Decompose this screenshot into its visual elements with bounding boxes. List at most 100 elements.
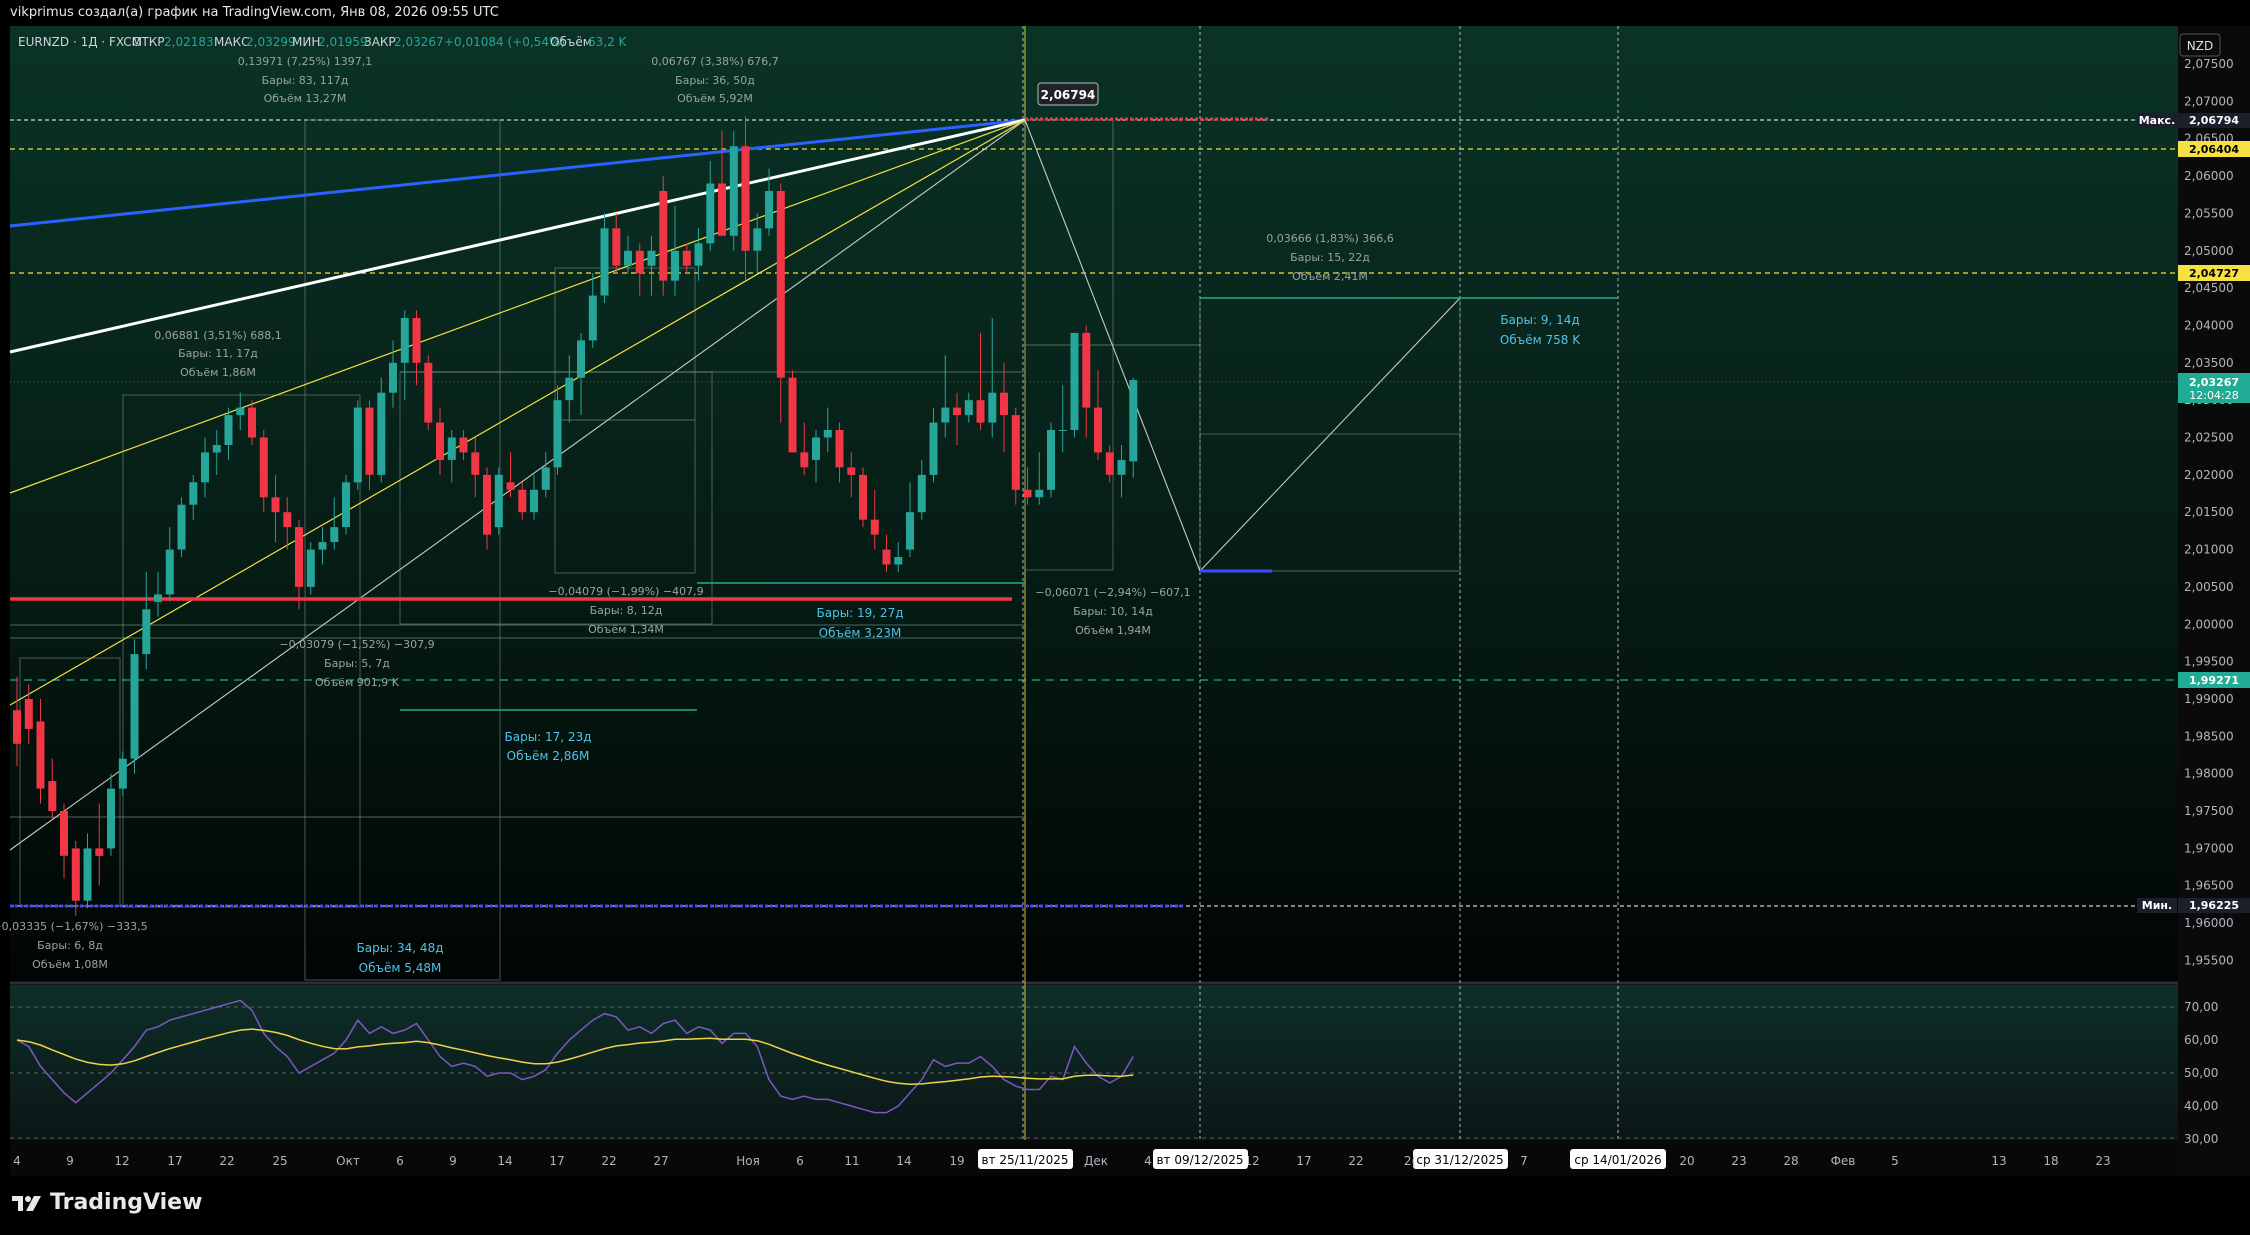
m10-line1: Бары: 17, 23д — [505, 730, 592, 744]
candle-body — [753, 228, 762, 251]
candle-body — [1023, 489, 1032, 498]
symbol-name[interactable]: EURNZD · 1Д · FXCM — [18, 35, 142, 49]
chart-caption: vikprimus создал(а) график на TradingVie… — [0, 0, 2250, 26]
candle[interactable] — [353, 400, 362, 490]
candle-body — [342, 482, 350, 528]
candle[interactable] — [306, 542, 315, 595]
time-tick: 19 — [949, 1154, 964, 1168]
candle[interactable] — [342, 474, 350, 535]
candle-body — [859, 474, 867, 520]
candle-body — [1129, 380, 1138, 462]
candle-body — [882, 549, 891, 565]
candle-body — [271, 497, 280, 513]
candle-body — [729, 146, 738, 236]
time-tick: 17 — [167, 1154, 182, 1168]
m3-line2: Бары: 11, 17д — [178, 347, 258, 360]
candle-body — [953, 407, 961, 416]
price-tick: 2,02000 — [2184, 468, 2234, 482]
candle[interactable] — [177, 497, 186, 557]
m4-line2: Бары: 15, 22д — [1290, 251, 1370, 264]
candle-body — [189, 482, 198, 505]
m1-line3: Объём 13,27М — [264, 92, 347, 105]
price-tick: 2,04000 — [2184, 319, 2234, 333]
candle-body — [518, 489, 527, 513]
candle-body — [248, 407, 256, 438]
candle[interactable] — [1070, 332, 1079, 438]
candle-body — [964, 400, 973, 416]
main-pane[interactable] — [10, 26, 2178, 981]
price-tick: 1,98000 — [2184, 767, 2234, 781]
candle-body — [36, 721, 45, 789]
symbol-legend[interactable]: EURNZD · 1Д · FXCM ОТКР 2,02183 МАКС 2,0… — [18, 35, 628, 49]
candle-body — [60, 811, 68, 856]
candle[interactable] — [788, 370, 797, 453]
time-highlight-1: вт 25/11/2025 — [981, 1153, 1068, 1167]
chart-area[interactable]: EURNZD · 1Д · FXCM ОТКР 2,02183 МАКС 2,0… — [0, 26, 2250, 1176]
candle[interactable] — [729, 131, 738, 251]
candle[interactable] — [377, 377, 386, 483]
candle-body — [306, 549, 315, 587]
candle-body — [212, 445, 221, 453]
candle[interactable] — [859, 467, 867, 528]
m10-line2: Объём 2,86М — [507, 749, 590, 763]
time-tick: 17 — [549, 1154, 564, 1168]
candle-body — [283, 512, 292, 528]
peak-price-tooltip[interactable]: 2,06794 — [1037, 82, 1099, 106]
time-tick: 12 — [114, 1154, 129, 1168]
candle[interactable] — [1047, 422, 1055, 498]
candle-body — [165, 549, 174, 595]
candle-body — [13, 710, 21, 744]
candle-body — [870, 519, 879, 535]
m5-line1: Бары: 9, 14д — [1500, 313, 1579, 327]
price-tick: 2,01500 — [2184, 505, 2234, 519]
candle-body — [694, 243, 703, 266]
m5-line2: Объём 758 K — [1500, 333, 1581, 347]
time-tick: 28 — [1783, 1154, 1798, 1168]
time-partial-1: 2( — [1404, 1154, 1416, 1168]
candle-body — [365, 407, 374, 475]
svg-text:NZD: NZD — [2187, 39, 2213, 53]
candle-body — [835, 430, 844, 468]
candle-body — [624, 250, 632, 266]
price-tick: 1,97500 — [2184, 804, 2234, 818]
candle-body — [565, 377, 574, 401]
candle-body — [894, 557, 903, 565]
max-value: 2,06794 — [2189, 114, 2239, 127]
candle-body — [1070, 332, 1079, 430]
footer: TradingView — [0, 1176, 2250, 1235]
high-label: МАКС — [214, 35, 249, 49]
candle-body — [353, 407, 362, 483]
change-value: +0,01084 (+0,54%) — [444, 35, 565, 49]
candle-body — [236, 407, 245, 416]
price-tick: 1,98500 — [2184, 729, 2234, 743]
price-tick: 2,05000 — [2184, 244, 2234, 258]
time-tick: 11 — [844, 1154, 859, 1168]
close-value: 2,03267 — [394, 35, 444, 49]
candle-body — [800, 452, 809, 468]
candle-body — [706, 183, 715, 244]
currency-badge[interactable]: NZD — [2179, 33, 2221, 57]
time-tick: 22 — [1348, 1154, 1363, 1168]
candle-body — [177, 504, 186, 550]
candle[interactable] — [130, 639, 139, 774]
candle-body — [976, 400, 985, 423]
rsi-pane[interactable] — [10, 985, 2178, 1140]
candle[interactable] — [424, 355, 433, 430]
m8-line3: Объём 1,94М — [1075, 624, 1151, 637]
min-value: 1,96225 — [2189, 899, 2239, 912]
candle-body — [459, 437, 468, 453]
candle-body — [765, 191, 773, 229]
low-label: МИН — [292, 35, 320, 49]
time-tick: 6 — [396, 1154, 404, 1168]
candle[interactable] — [494, 467, 503, 535]
candle-body — [201, 452, 209, 483]
candle-body — [107, 788, 115, 849]
m2-line1: 0,06767 (3,38%) 676,7 — [651, 55, 779, 68]
candle-body — [506, 482, 515, 490]
candle-body — [224, 415, 233, 445]
time-tick: 18 — [2043, 1154, 2058, 1168]
level-3-value: 1,99271 — [2189, 674, 2239, 687]
tradingview-logo[interactable]: TradingView — [12, 1190, 202, 1215]
candle[interactable] — [659, 176, 668, 296]
candle-body — [130, 654, 139, 759]
